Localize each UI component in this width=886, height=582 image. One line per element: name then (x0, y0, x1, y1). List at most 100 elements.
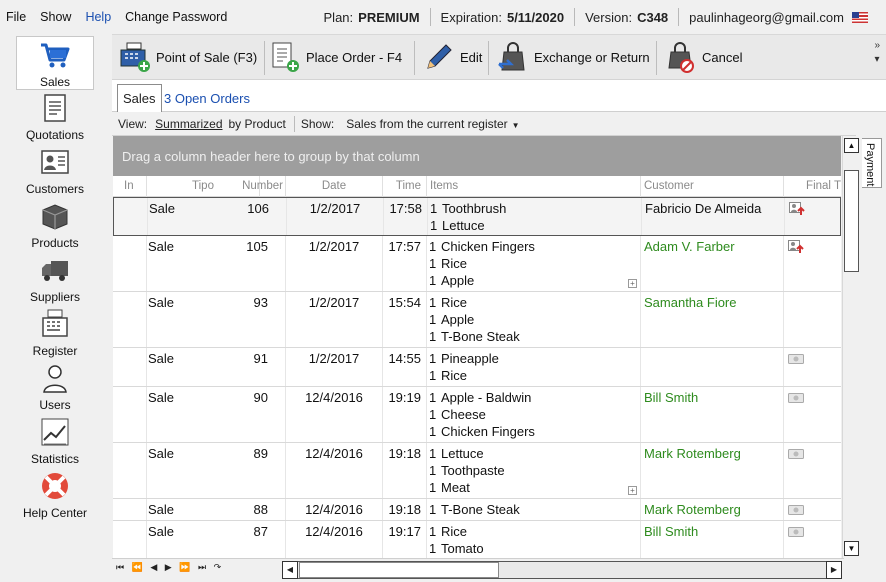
group-by-panel[interactable]: Drag a column header here to group by th… (113, 136, 841, 176)
toolbar: Point of Sale (F3) Place Order - F4 Edit… (112, 34, 886, 80)
cell-tipo: Sale (149, 201, 176, 216)
item-qty: 1 (429, 256, 437, 271)
nav-label: Register (32, 344, 78, 358)
cell-customer: Bill Smith (641, 521, 784, 558)
cell-date: 12/4/2016 (286, 443, 383, 498)
col-number[interactable]: Number (223, 176, 286, 197)
col-items[interactable]: Items (427, 176, 641, 197)
email-segment[interactable]: paulinhageorg@gmail.com (678, 8, 886, 26)
col-in[interactable]: In (113, 176, 147, 197)
nav-products[interactable]: Products (16, 198, 94, 252)
menu-show[interactable]: Show (33, 10, 78, 24)
nav-statistics[interactable]: Statistics (16, 414, 94, 468)
table-row[interactable]: Sale 88 12/4/2016 19:18 1 T-Bone Steak Mark Ro… (113, 499, 841, 521)
exchange-return-button[interactable]: Exchange or Return (496, 35, 650, 79)
nav-quotations[interactable]: Quotations (16, 90, 94, 144)
cell-number: 91 (223, 348, 286, 386)
col-date[interactable]: Date (286, 176, 383, 197)
item-name: Tomato (441, 541, 484, 556)
menu-help[interactable]: Help (78, 10, 118, 24)
scroll-thumb[interactable] (844, 170, 859, 272)
item-line: 1 Rice (427, 255, 640, 272)
col-final-total[interactable]: Final T (784, 176, 841, 197)
cell-date: 1/2/2017 (286, 236, 383, 291)
prev-record-icon[interactable]: ◀ (150, 562, 158, 572)
cancel-button[interactable]: Cancel (664, 35, 742, 79)
table-row[interactable]: Sale 93 1/2/2017 15:54 1 Rice 1 Apple 1 T-Bone St… (113, 292, 841, 348)
show-filter-dropdown[interactable]: Sales from the current register ▼ (346, 117, 519, 131)
item-qty: 1 (430, 201, 438, 216)
nav-sales[interactable]: Sales (16, 36, 94, 90)
item-line: 1 Apple (427, 272, 640, 289)
cell-items: 1 Apple - Baldwin 1 Cheese 1 Chicken Fingers (427, 387, 641, 442)
cell-date: 1/2/2017 (287, 198, 384, 235)
menu-change-password[interactable]: Change Password (118, 10, 234, 24)
item-qty: 1 (429, 407, 437, 422)
view-mode-dropdown[interactable]: Summarized (155, 117, 222, 131)
cell-items: 1 Toothbrush 1 Lettuce (428, 198, 642, 235)
cell-customer (641, 348, 784, 386)
expand-items-icon[interactable]: + (628, 279, 637, 288)
nav-help-center[interactable]: Help Center (16, 468, 94, 522)
scroll-left-icon[interactable]: ◀ (282, 561, 298, 579)
payment-side-tab[interactable]: Payment (862, 138, 882, 188)
overflow-caret-icon: ▾ (874, 54, 880, 65)
expand-items-icon[interactable]: + (628, 486, 637, 495)
item-line: 1 Cheese (427, 406, 640, 423)
hscroll-thumb[interactable] (299, 562, 499, 578)
col-customer[interactable]: Customer (641, 176, 784, 197)
horizontal-scrollbar[interactable]: ◀ ▶ (282, 561, 842, 579)
scroll-down-icon[interactable]: ▼ (844, 541, 859, 556)
tab-open-orders[interactable]: 3 Open Orders (159, 84, 255, 112)
cell-tipo: Sale (148, 446, 175, 461)
us-flag-icon[interactable] (852, 11, 868, 23)
item-qty: 1 (429, 502, 437, 517)
menu-file[interactable]: File (0, 10, 33, 24)
point-of-sale-button[interactable]: Point of Sale (F3) (118, 35, 257, 79)
table-row[interactable]: Sale 90 12/4/2016 19:19 1 Apple - Baldwin 1 Che… (113, 387, 841, 443)
prev-page-icon[interactable]: ⏪ (132, 562, 144, 572)
by-product-toggle[interactable]: by Product (229, 117, 286, 131)
cell-final-total (784, 236, 841, 291)
version-label: Version: (585, 9, 633, 25)
table-row[interactable]: Sale 89 12/4/2016 19:18 1 Lettuce 1 Toothpaste 1… (113, 443, 841, 499)
item-line: 1 Rice (427, 294, 640, 311)
nav-register[interactable]: Register (16, 306, 94, 360)
item-qty: 1 (429, 239, 437, 254)
first-record-icon[interactable]: ⏮ (116, 562, 125, 572)
toolbar-separator (414, 41, 415, 75)
cell-customer: Mark Rotemberg (641, 499, 784, 520)
cell-items: 1 Rice 1 Tomato (427, 521, 641, 558)
next-record-icon[interactable]: ▶ (165, 562, 173, 572)
table-row[interactable]: Sale 105 1/2/2017 17:57 1 Chicken Fingers 1 Ric… (113, 236, 841, 292)
cell-time: 19:18 (383, 443, 427, 498)
last-record-icon[interactable]: ⏭ (198, 562, 207, 572)
vertical-scrollbar[interactable]: ▲ ▼ (842, 136, 860, 558)
place-order-button[interactable]: Place Order - F4 (268, 35, 402, 79)
table-row[interactable]: Sale 106 1/2/2017 17:58 1 Toothbrush 1 Lettuce F… (113, 197, 841, 236)
refresh-icon[interactable]: ↷ (214, 562, 223, 572)
cell-date: 12/4/2016 (286, 387, 383, 442)
cash-icon (788, 527, 804, 537)
col-time[interactable]: Time (383, 176, 427, 197)
nav-suppliers[interactable]: Suppliers (16, 252, 94, 306)
item-line: 1 Rice (427, 523, 640, 540)
tab-sales[interactable]: Sales (117, 84, 162, 112)
table-row[interactable]: Sale 87 12/4/2016 19:17 1 Rice 1 Tomato Bill Smi… (113, 521, 841, 558)
item-qty: 1 (429, 295, 437, 310)
expiration-label: Expiration: (440, 9, 502, 25)
user-email[interactable]: paulinhageorg@gmail.com (689, 10, 844, 25)
cell-date: 1/2/2017 (286, 292, 383, 347)
cash-icon (788, 393, 804, 403)
table-row[interactable]: Sale 91 1/2/2017 14:55 1 Pineapple 1 Rice (113, 348, 841, 387)
cash-register-icon (42, 309, 68, 337)
cell-in (113, 387, 147, 442)
edit-button[interactable]: Edit (422, 35, 482, 79)
cell-final-total (784, 292, 841, 347)
nav-users[interactable]: Users (16, 360, 94, 414)
scroll-up-icon[interactable]: ▲ (844, 138, 859, 153)
toolbar-overflow-button[interactable]: » ▾ (874, 39, 880, 67)
next-page-icon[interactable]: ⏩ (179, 562, 191, 572)
scroll-right-icon[interactable]: ▶ (826, 561, 842, 579)
nav-customers[interactable]: Customers (16, 144, 94, 198)
